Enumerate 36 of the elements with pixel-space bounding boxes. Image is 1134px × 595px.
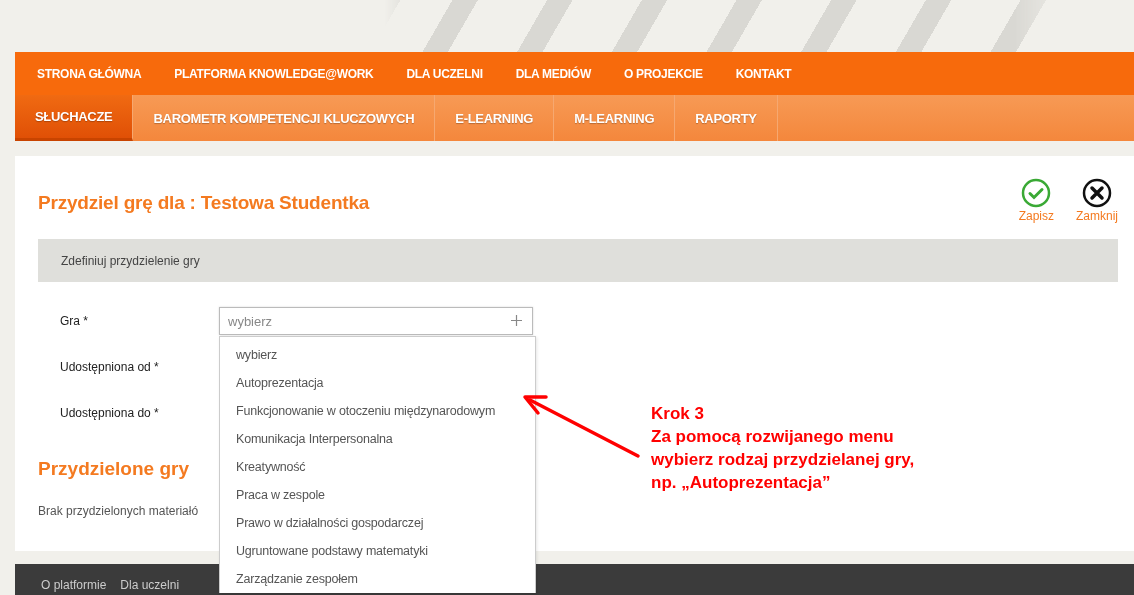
dropdown-option[interactable]: Ugruntowane podstawy matematyki	[236, 537, 535, 565]
close-icon	[1082, 178, 1112, 208]
dropdown-option[interactable]: Zarządzanie zespołem	[236, 565, 535, 593]
field-label: Udostępniona od *	[60, 360, 160, 374]
save-button[interactable]: Zapisz	[1018, 178, 1054, 223]
plus-icon	[511, 315, 522, 326]
dropdown-option[interactable]: Komunikacja Interpersonalna	[236, 425, 535, 453]
nav-link[interactable]: DLA UCZELNI	[406, 66, 483, 81]
footer-link[interactable]: Dla uczelni	[120, 578, 180, 592]
field-label: Gra *	[60, 314, 89, 328]
dropdown-option[interactable]: Kreatywność	[236, 453, 535, 481]
footer-link[interactable]: O platformie	[41, 578, 107, 592]
nav-tab[interactable]: M-LEARNING	[554, 95, 676, 141]
nav-link[interactable]: KONTAKT	[735, 66, 792, 81]
dropdown-option[interactable]: Autoprezentacja	[236, 369, 535, 397]
section-heading: Przydzielone gry	[38, 458, 189, 480]
annotation-text: Krok 3 Za pomocą rozwijanego menu wybierz rodzaj przydzielanej gry, np. „Autoprezentacja”	[651, 403, 915, 494]
check-circle-icon	[1021, 178, 1052, 208]
nav-tab[interactable]: SŁUCHACZE	[15, 95, 134, 141]
nav-tab[interactable]: BAROMETR KOMPETENCJI KLUCZOWYCH	[133, 95, 436, 141]
nav-link[interactable]: STRONA GŁÓWNA	[37, 66, 142, 81]
dropdown-option[interactable]: Prawo w działalności gospodarczej	[236, 509, 535, 537]
nav-link[interactable]: DLA MEDIÓW	[515, 66, 591, 81]
section-title: Zdefiniuj przydzielenie gry	[61, 253, 200, 268]
dropdown-option[interactable]: wybierz	[236, 341, 535, 369]
field-label: Udostępniona do *	[60, 406, 160, 420]
empty-message: Brak przydzielonych materiałó	[38, 504, 199, 518]
nav-tab[interactable]: E-LEARNING	[435, 95, 555, 141]
page-title: Przydziel grę dla : Testowa Studentka	[38, 192, 370, 214]
close-button[interactable]: Zamknij	[1076, 178, 1118, 223]
placeholder-text: wybierz	[228, 313, 273, 329]
nav-link[interactable]: O PROJEKCIE	[623, 66, 703, 81]
dropdown-option[interactable]: Praca w zespole	[236, 481, 535, 509]
nav-tab[interactable]: RAPORTY	[675, 95, 778, 141]
dropdown-option[interactable]: Funkcjonowanie w otoczeniu międzynarodowym	[236, 397, 535, 425]
nav-link[interactable]: PLATFORMA KNOWLEDGE@WORK	[174, 66, 374, 81]
